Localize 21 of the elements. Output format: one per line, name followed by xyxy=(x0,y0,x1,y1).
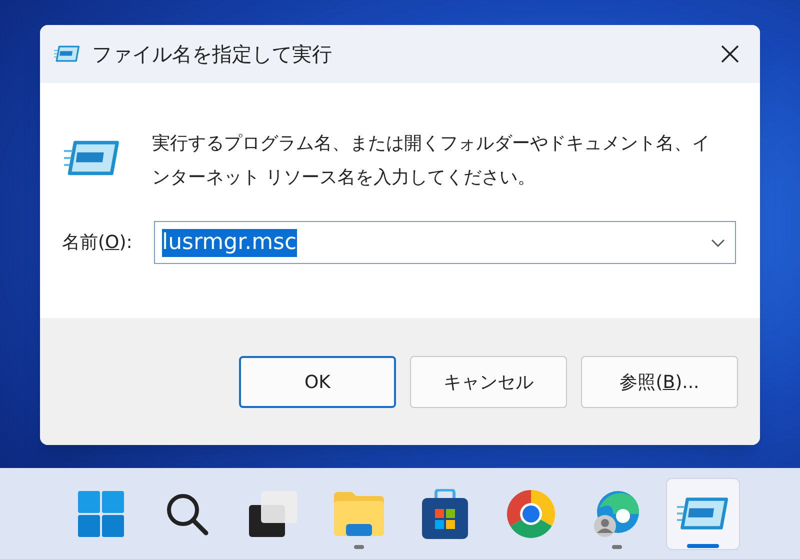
dialog-button[interactable]: 参照(B)... xyxy=(581,356,738,408)
browser-profile-icon xyxy=(592,490,640,538)
window-title: ファイル名を指定して実行 xyxy=(92,41,332,68)
running-indicator xyxy=(354,544,364,548)
dialog-button[interactable]: OK xyxy=(239,356,396,408)
dialog-button[interactable]: キャンセル xyxy=(410,356,567,408)
folder-icon xyxy=(334,492,384,536)
chevron-down-icon xyxy=(711,238,725,246)
shopping-bag-icon xyxy=(422,488,468,538)
name-combo-box[interactable]: lusrmgr.msc xyxy=(154,221,736,264)
running-indicator xyxy=(612,544,622,548)
windows-logo-icon xyxy=(78,490,124,536)
run-dialog-icon xyxy=(54,44,80,64)
overlapping-windows-icon xyxy=(248,490,296,536)
name-label: 名前(O): xyxy=(62,231,134,255)
running-indicator xyxy=(686,544,718,548)
close-icon xyxy=(721,45,739,63)
instruction-text: 実行するプログラム名、または開くフォルダーやドキュメント名、インターネット リソース名を入力してください。 xyxy=(152,132,711,190)
browser-logo-icon xyxy=(506,490,554,538)
input-value: lusrmgr.msc xyxy=(162,228,297,256)
search-icon xyxy=(164,492,208,536)
